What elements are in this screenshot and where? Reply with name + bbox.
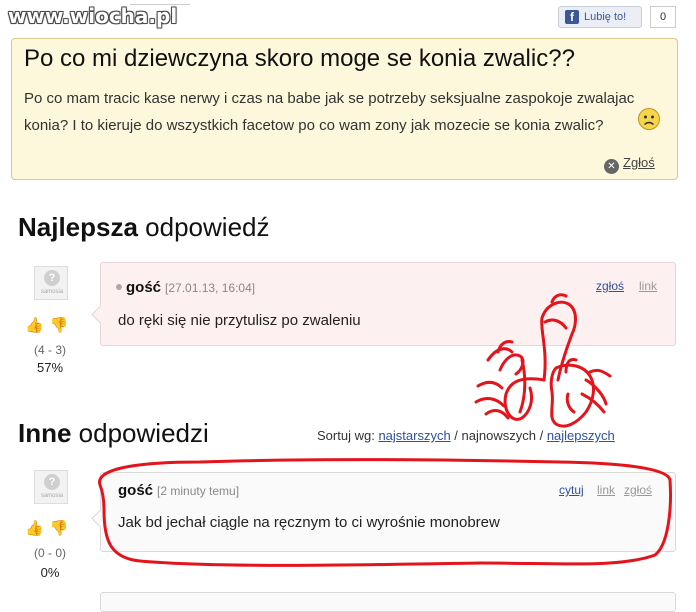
answer-permalink[interactable]: link xyxy=(639,279,657,293)
sort-bar: Sortuj wg: najstarszych / najnowszych / … xyxy=(317,428,615,443)
thumbs-up-icon[interactable]: 👍 xyxy=(25,520,50,537)
sort-best-link[interactable]: najlepszych xyxy=(547,428,615,443)
sort-newest-current: najnowszych xyxy=(461,428,536,443)
avatar-text: samosia xyxy=(40,493,64,499)
best-heading-bold: Najlepsza xyxy=(18,212,138,242)
sort-label: Sortuj wg: xyxy=(317,428,375,443)
author-name: gość xyxy=(126,279,162,296)
quote-link[interactable]: cytuj xyxy=(559,483,584,497)
other-answers-heading: Inne odpowiedzi xyxy=(18,418,209,449)
answer-date: [2 minuty temu] xyxy=(157,484,240,498)
like-label: Lubię to! xyxy=(584,11,627,23)
answer-text: do ręki się nie przytulisz po zwaleniu xyxy=(118,312,361,329)
like-count: 0 xyxy=(650,6,676,28)
avatar: ? samosia xyxy=(34,470,68,504)
avatar: ? samosia xyxy=(34,266,68,300)
thumbs-down-icon[interactable]: 👎 xyxy=(50,317,75,334)
sad-face-icon xyxy=(638,108,660,130)
other-heading-rest: odpowiedzi xyxy=(71,418,209,448)
top-divider xyxy=(130,0,190,5)
status-dot-icon xyxy=(116,284,122,290)
answer-box xyxy=(100,592,676,612)
vote-percent: 0% xyxy=(40,565,60,580)
close-circle-icon: ✕ xyxy=(604,159,619,174)
avatar-text: samosia xyxy=(40,289,64,295)
answer-text: Jak bd jechał ciągle na ręcznym to ci wy… xyxy=(118,514,500,531)
author-name: gość xyxy=(118,482,154,499)
thumbs-up-icon[interactable]: 👍 xyxy=(25,317,50,334)
sort-separator: / xyxy=(535,428,547,443)
answer-date: [27.01.13, 16:04] xyxy=(165,281,256,295)
facebook-icon: f xyxy=(565,10,579,24)
vote-buttons: 👍👎 xyxy=(25,519,74,537)
report-question-link[interactable]: ✕ Zgłoś xyxy=(604,155,655,174)
best-answer-box xyxy=(100,262,676,346)
answer-author: gość [27.01.13, 16:04] xyxy=(116,279,255,296)
answer-author: gość [2 minuty temu] xyxy=(118,482,239,499)
report-answer-link[interactable]: zgłoś xyxy=(624,483,652,497)
best-heading-rest: odpowiedź xyxy=(137,212,270,242)
report-label: Zgłoś xyxy=(623,155,655,170)
watermark-logo: www.wiocha.pl xyxy=(8,4,178,28)
report-answer-link[interactable]: zgłoś xyxy=(596,279,624,293)
thumbs-down-icon[interactable]: 👎 xyxy=(50,520,75,537)
vote-score: (4 - 3) xyxy=(33,343,66,357)
sort-separator: / xyxy=(450,428,462,443)
question-body: Po co mam tracic kase nerwy i czas na ba… xyxy=(24,90,635,134)
answer-permalink[interactable]: link xyxy=(597,483,615,497)
vote-score: (0 - 0) xyxy=(33,546,66,560)
other-heading-bold: Inne xyxy=(18,418,72,448)
sort-oldest-link[interactable]: najstarszych xyxy=(378,428,450,443)
question-title: Po co mi dziewczyna skoro moge se konia … xyxy=(24,45,575,72)
vote-buttons: 👍👎 xyxy=(25,316,74,334)
best-answer-heading: Najlepsza odpowiedź xyxy=(18,212,270,243)
vote-percent: 57% xyxy=(36,360,64,375)
facebook-like-button[interactable]: f Lubię to! xyxy=(558,6,642,28)
